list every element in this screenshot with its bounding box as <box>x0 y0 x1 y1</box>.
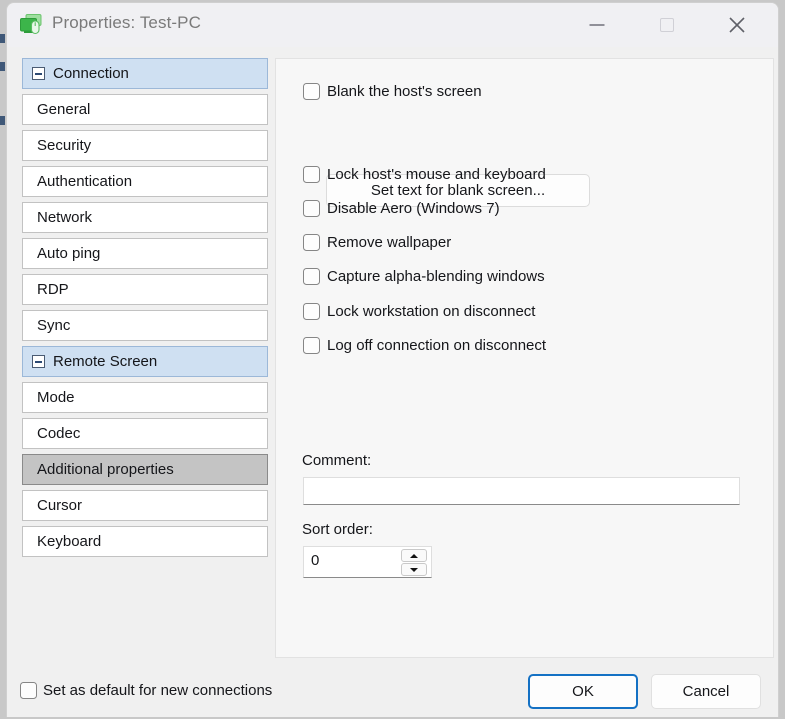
sort-order-stepper[interactable]: 0 <box>303 546 432 578</box>
sort-order-value: 0 <box>311 552 319 569</box>
checkbox-label: Lock host's mouse and keyboard <box>327 166 546 183</box>
checkbox-capture-alpha-blending[interactable] <box>303 268 320 285</box>
sidebar-item-cursor[interactable]: Cursor <box>22 490 268 521</box>
close-button[interactable] <box>713 3 760 47</box>
checkbox-label: Lock workstation on disconnect <box>327 303 535 320</box>
minimize-button[interactable] <box>573 3 620 47</box>
checkbox-label: Remove wallpaper <box>327 234 451 251</box>
chevron-up-icon <box>410 554 418 558</box>
edge-tick <box>0 116 5 125</box>
comment-label: Comment: <box>302 452 371 469</box>
sidebar-item-general[interactable]: General <box>22 94 268 125</box>
set-as-default-label: Set as default for new connections <box>43 682 272 699</box>
sidebar-item-additional-properties[interactable]: Additional properties <box>22 454 268 485</box>
sidebar-item-mode[interactable]: Mode <box>22 382 268 413</box>
sidebar-item-rdp[interactable]: RDP <box>22 274 268 305</box>
sidebar-item-label: Auto ping <box>37 245 100 262</box>
checkbox-lock-workstation-on-disconnect[interactable] <box>303 303 320 320</box>
checkbox-label: Log off connection on disconnect <box>327 337 546 354</box>
minimize-icon <box>589 24 604 26</box>
ok-button[interactable]: OK <box>528 674 638 709</box>
sidebar-item-label: Connection <box>53 65 129 82</box>
sidebar-item-label: RDP <box>37 281 69 298</box>
sort-order-label: Sort order: <box>302 521 373 538</box>
collapse-minus-icon[interactable] <box>32 67 45 80</box>
sidebar-item-authentication[interactable]: Authentication <box>22 166 268 197</box>
settings-category-list[interactable]: Connection General Security Authentication N… <box>22 58 268 562</box>
checkbox-label: Capture alpha-blending windows <box>327 268 545 285</box>
title-bar: Properties: Test-PC <box>7 3 779 47</box>
sidebar-item-label: Codec <box>37 425 80 442</box>
sidebar-item-auto-ping[interactable]: Auto ping <box>22 238 268 269</box>
sidebar-item-label: Authentication <box>37 173 132 190</box>
checkbox-row-capture-alpha-blending[interactable]: Capture alpha-blending windows <box>303 268 545 285</box>
sidebar-item-sync[interactable]: Sync <box>22 310 268 341</box>
set-as-default-row[interactable]: Set as default for new connections <box>20 682 272 699</box>
sidebar-item-remote-screen[interactable]: Remote Screen <box>22 346 268 377</box>
sidebar-item-label: Cursor <box>37 497 82 514</box>
sidebar-item-label: Remote Screen <box>53 353 157 370</box>
checkbox-row-log-off-connection[interactable]: Log off connection on disconnect <box>303 337 546 354</box>
sort-order-increment-button[interactable] <box>401 549 427 562</box>
sidebar-item-label: Mode <box>37 389 75 406</box>
maximize-icon <box>660 18 674 32</box>
sort-order-decrement-button[interactable] <box>401 563 427 576</box>
window-title: Properties: Test-PC <box>52 13 201 33</box>
sidebar-item-keyboard[interactable]: Keyboard <box>22 526 268 557</box>
checkbox-remove-wallpaper[interactable] <box>303 234 320 251</box>
sidebar-item-codec[interactable]: Codec <box>22 418 268 449</box>
remote-screen-icon <box>20 14 44 36</box>
chevron-down-icon <box>410 568 418 572</box>
edge-tick <box>0 34 5 43</box>
checkbox-label: Blank the host's screen <box>327 83 482 100</box>
sidebar-item-label: Network <box>37 209 92 226</box>
additional-properties-panel: Blank the host's screen Set text for bla… <box>275 58 774 658</box>
cancel-button[interactable]: Cancel <box>651 674 761 709</box>
sidebar-item-connection[interactable]: Connection <box>22 58 268 89</box>
checkbox-row-remove-wallpaper[interactable]: Remove wallpaper <box>303 234 451 251</box>
sidebar-item-security[interactable]: Security <box>22 130 268 161</box>
checkbox-row-blank-host-screen[interactable]: Blank the host's screen <box>303 83 482 100</box>
checkbox-blank-host-screen[interactable] <box>303 83 320 100</box>
checkbox-disable-aero[interactable] <box>303 200 320 217</box>
maximize-button[interactable] <box>643 3 690 47</box>
checkbox-row-disable-aero[interactable]: Disable Aero (Windows 7) <box>303 200 500 217</box>
checkbox-set-as-default[interactable] <box>20 682 37 699</box>
sidebar-item-label: Security <box>37 137 91 154</box>
checkbox-row-lock-workstation[interactable]: Lock workstation on disconnect <box>303 303 535 320</box>
sidebar-item-network[interactable]: Network <box>22 202 268 233</box>
checkbox-row-lock-host-mouse-keyboard[interactable]: Lock host's mouse and keyboard <box>303 166 546 183</box>
sidebar-item-label: Additional properties <box>37 461 174 478</box>
sidebar-item-label: Sync <box>37 317 70 334</box>
properties-dialog: Properties: Test-PC Connection General Sec… <box>6 2 779 717</box>
comment-input[interactable] <box>303 477 740 505</box>
checkbox-lock-host-mouse-keyboard[interactable] <box>303 166 320 183</box>
close-icon <box>728 16 746 34</box>
edge-tick <box>0 62 5 71</box>
sidebar-item-label: Keyboard <box>37 533 101 550</box>
collapse-minus-icon[interactable] <box>32 355 45 368</box>
sidebar-item-label: General <box>37 101 90 118</box>
checkbox-log-off-connection-on-disconnect[interactable] <box>303 337 320 354</box>
checkbox-label: Disable Aero (Windows 7) <box>327 200 500 217</box>
